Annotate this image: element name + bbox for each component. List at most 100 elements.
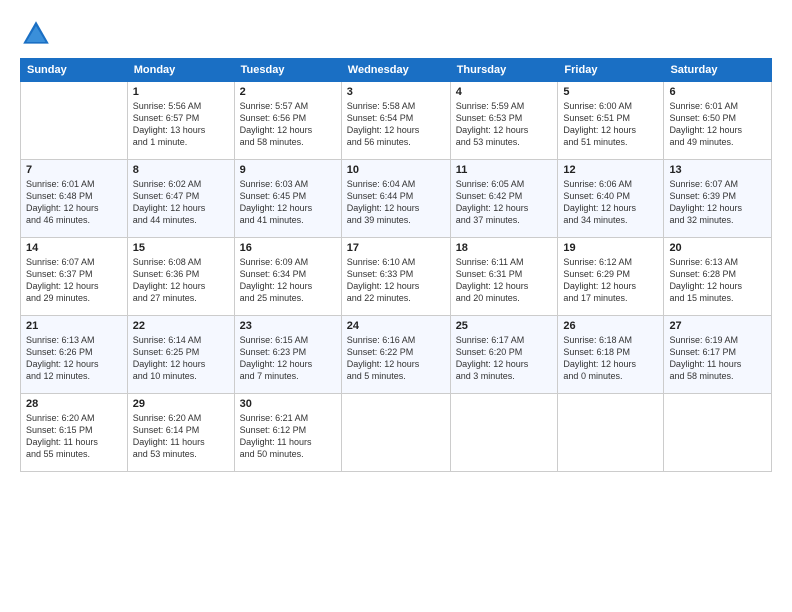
day-info: Sunrise: 6:15 AM Sunset: 6:23 PM Dayligh… [240,334,336,383]
day-number: 17 [347,242,445,254]
day-number: 25 [456,320,553,332]
day-info: Sunrise: 5:58 AM Sunset: 6:54 PM Dayligh… [347,100,445,149]
day-info: Sunrise: 6:11 AM Sunset: 6:31 PM Dayligh… [456,256,553,305]
calendar-cell [341,394,450,472]
day-info: Sunrise: 6:05 AM Sunset: 6:42 PM Dayligh… [456,178,553,227]
calendar-cell: 20 Sunrise: 6:13 AM Sunset: 6:28 PM Dayli… [664,238,772,316]
day-info: Sunrise: 6:12 AM Sunset: 6:29 PM Dayligh… [563,256,658,305]
logo-icon [20,18,52,50]
day-info: Sunrise: 6:03 AM Sunset: 6:45 PM Dayligh… [240,178,336,227]
day-info: Sunrise: 6:14 AM Sunset: 6:25 PM Dayligh… [133,334,229,383]
calendar-cell: 6 Sunrise: 6:01 AM Sunset: 6:50 PM Daylig… [664,82,772,160]
day-info: Sunrise: 6:20 AM Sunset: 6:14 PM Dayligh… [133,412,229,461]
calendar-cell: 17 Sunrise: 6:10 AM Sunset: 6:33 PM Dayli… [341,238,450,316]
calendar-col-header: Tuesday [234,59,341,82]
day-number: 3 [347,86,445,98]
calendar-col-header: Sunday [21,59,128,82]
day-info: Sunrise: 5:59 AM Sunset: 6:53 PM Dayligh… [456,100,553,149]
calendar-cell: 10Sunrise: 6:04 AM Sunset: 6:44 PM Dayli… [341,160,450,238]
calendar-cell: 30Sunrise: 6:21 AM Sunset: 6:12 PM Dayli… [234,394,341,472]
day-number: 13 [669,164,766,176]
calendar-cell [21,82,128,160]
day-number: 8 [133,164,229,176]
day-info: Sunrise: 6:09 AM Sunset: 6:34 PM Dayligh… [240,256,336,305]
calendar-table: SundayMondayTuesdayWednesdayThursdayFrid… [20,58,772,472]
calendar-cell: 16 Sunrise: 6:09 AM Sunset: 6:34 PM Dayli… [234,238,341,316]
day-number: 20 [669,242,766,254]
calendar-cell: 18 Sunrise: 6:11 AM Sunset: 6:31 PM Dayli… [450,238,558,316]
calendar-cell: 9 Sunrise: 6:03 AM Sunset: 6:45 PM Daylig… [234,160,341,238]
day-info: Sunrise: 6:08 AM Sunset: 6:36 PM Dayligh… [133,256,229,305]
calendar-cell: 24 Sunrise: 6:16 AM Sunset: 6:22 PM Dayli… [341,316,450,394]
day-number: 30 [240,398,336,410]
day-info: Sunrise: 5:57 AM Sunset: 6:56 PM Dayligh… [240,100,336,149]
calendar-cell: 26 Sunrise: 6:18 AM Sunset: 6:18 PM Dayli… [558,316,664,394]
calendar-week-row: 21 Sunrise: 6:13 AM Sunset: 6:26 PM Dayli… [21,316,772,394]
calendar-week-row: 1 Sunrise: 5:56 AM Sunset: 6:57 PM Daylig… [21,82,772,160]
calendar-cell: 11 Sunrise: 6:05 AM Sunset: 6:42 PM Dayli… [450,160,558,238]
day-info: Sunrise: 5:56 AM Sunset: 6:57 PM Dayligh… [133,100,229,149]
logo [20,18,56,50]
day-number: 16 [240,242,336,254]
day-info: Sunrise: 6:18 AM Sunset: 6:18 PM Dayligh… [563,334,658,383]
day-number: 19 [563,242,658,254]
calendar-col-header: Monday [127,59,234,82]
calendar-cell: 13 Sunrise: 6:07 AM Sunset: 6:39 PM Dayli… [664,160,772,238]
day-info: Sunrise: 6:20 AM Sunset: 6:15 PM Dayligh… [26,412,122,461]
day-number: 29 [133,398,229,410]
calendar-cell: 5 Sunrise: 6:00 AM Sunset: 6:51 PM Daylig… [558,82,664,160]
calendar-week-row: 28Sunrise: 6:20 AM Sunset: 6:15 PM Dayli… [21,394,772,472]
day-number: 24 [347,320,445,332]
calendar-cell: 28Sunrise: 6:20 AM Sunset: 6:15 PM Dayli… [21,394,128,472]
calendar-cell: 25 Sunrise: 6:17 AM Sunset: 6:20 PM Dayli… [450,316,558,394]
calendar-cell: 21 Sunrise: 6:13 AM Sunset: 6:26 PM Dayli… [21,316,128,394]
calendar-cell [558,394,664,472]
calendar-cell: 4 Sunrise: 5:59 AM Sunset: 6:53 PM Daylig… [450,82,558,160]
calendar-col-header: Wednesday [341,59,450,82]
page: SundayMondayTuesdayWednesdayThursdayFrid… [0,0,792,612]
day-number: 21 [26,320,122,332]
calendar-cell: 2 Sunrise: 5:57 AM Sunset: 6:56 PM Daylig… [234,82,341,160]
calendar-cell: 8Sunrise: 6:02 AM Sunset: 6:47 PM Daylig… [127,160,234,238]
day-info: Sunrise: 6:07 AM Sunset: 6:39 PM Dayligh… [669,178,766,227]
day-number: 4 [456,86,553,98]
calendar-col-header: Friday [558,59,664,82]
day-number: 7 [26,164,122,176]
day-info: Sunrise: 6:04 AM Sunset: 6:44 PM Dayligh… [347,178,445,227]
day-number: 11 [456,164,553,176]
day-number: 26 [563,320,658,332]
day-info: Sunrise: 6:13 AM Sunset: 6:28 PM Dayligh… [669,256,766,305]
day-number: 18 [456,242,553,254]
calendar-cell: 27Sunrise: 6:19 AM Sunset: 6:17 PM Dayli… [664,316,772,394]
calendar-cell: 1 Sunrise: 5:56 AM Sunset: 6:57 PM Daylig… [127,82,234,160]
calendar-cell: 19 Sunrise: 6:12 AM Sunset: 6:29 PM Dayli… [558,238,664,316]
calendar-cell: 29 Sunrise: 6:20 AM Sunset: 6:14 PM Dayli… [127,394,234,472]
day-number: 5 [563,86,658,98]
day-info: Sunrise: 6:13 AM Sunset: 6:26 PM Dayligh… [26,334,122,383]
calendar-cell [664,394,772,472]
calendar-cell: 7 Sunrise: 6:01 AM Sunset: 6:48 PM Daylig… [21,160,128,238]
calendar-cell: 14 Sunrise: 6:07 AM Sunset: 6:37 PM Dayli… [21,238,128,316]
day-info: Sunrise: 6:06 AM Sunset: 6:40 PM Dayligh… [563,178,658,227]
day-info: Sunrise: 6:10 AM Sunset: 6:33 PM Dayligh… [347,256,445,305]
day-info: Sunrise: 6:01 AM Sunset: 6:50 PM Dayligh… [669,100,766,149]
calendar-col-header: Saturday [664,59,772,82]
day-number: 2 [240,86,336,98]
calendar-cell [450,394,558,472]
day-number: 6 [669,86,766,98]
calendar-header-row: SundayMondayTuesdayWednesdayThursdayFrid… [21,59,772,82]
day-number: 1 [133,86,229,98]
day-info: Sunrise: 6:17 AM Sunset: 6:20 PM Dayligh… [456,334,553,383]
calendar-week-row: 7 Sunrise: 6:01 AM Sunset: 6:48 PM Daylig… [21,160,772,238]
day-info: Sunrise: 6:00 AM Sunset: 6:51 PM Dayligh… [563,100,658,149]
day-info: Sunrise: 6:19 AM Sunset: 6:17 PM Dayligh… [669,334,766,383]
day-info: Sunrise: 6:16 AM Sunset: 6:22 PM Dayligh… [347,334,445,383]
day-info: Sunrise: 6:01 AM Sunset: 6:48 PM Dayligh… [26,178,122,227]
day-number: 15 [133,242,229,254]
calendar-cell: 3 Sunrise: 5:58 AM Sunset: 6:54 PM Daylig… [341,82,450,160]
day-number: 14 [26,242,122,254]
calendar-week-row: 14 Sunrise: 6:07 AM Sunset: 6:37 PM Dayli… [21,238,772,316]
day-info: Sunrise: 6:07 AM Sunset: 6:37 PM Dayligh… [26,256,122,305]
day-number: 12 [563,164,658,176]
day-number: 9 [240,164,336,176]
